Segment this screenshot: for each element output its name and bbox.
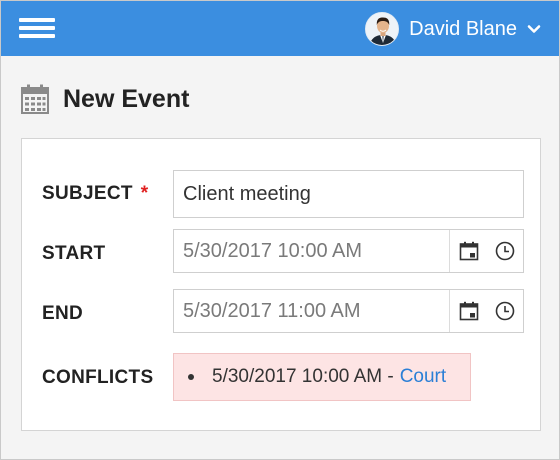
menu-icon[interactable] xyxy=(19,18,55,40)
required-marker: * xyxy=(140,183,149,204)
top-bar: David Blane xyxy=(1,1,559,56)
start-label: START xyxy=(42,243,106,264)
calendar-date-icon xyxy=(459,301,478,321)
conflict-link[interactable]: Court xyxy=(400,366,446,388)
start-datetime-field[interactable]: 5/30/2017 10:00 AM xyxy=(173,229,524,273)
subject-label-text: SUBJECT xyxy=(42,183,133,204)
bullet-icon xyxy=(188,374,194,380)
user-name: David Blane xyxy=(409,17,517,40)
end-time-picker-button[interactable] xyxy=(487,290,523,332)
avatar xyxy=(365,12,400,46)
page-title: New Event xyxy=(63,84,190,113)
clock-icon xyxy=(495,241,515,261)
end-label: END xyxy=(42,303,84,324)
subject-input[interactable]: Client meeting xyxy=(173,170,524,218)
calendar-date-icon xyxy=(459,241,478,261)
end-datetime-field[interactable]: 5/30/2017 11:00 AM xyxy=(173,289,524,333)
conflict-time: 5/30/2017 10:00 AM - xyxy=(212,366,394,387)
user-menu[interactable]: David Blane xyxy=(365,11,541,47)
end-value[interactable]: 5/30/2017 11:00 AM xyxy=(174,300,449,323)
start-value[interactable]: 5/30/2017 10:00 AM xyxy=(174,240,449,263)
calendar-icon xyxy=(21,84,49,114)
clock-icon xyxy=(495,301,515,321)
conflicts-list: 5/30/2017 10:00 AM - Court xyxy=(173,353,471,401)
page-header: New Event xyxy=(21,83,189,115)
subject-value[interactable]: Client meeting xyxy=(174,183,523,206)
end-date-picker-button[interactable] xyxy=(449,290,487,332)
app-window: David Blane New Event SUBJECT * Client me… xyxy=(0,0,560,460)
start-date-picker-button[interactable] xyxy=(449,230,487,272)
chevron-down-icon xyxy=(527,25,541,33)
conflicts-label: CONFLICTS xyxy=(42,367,154,388)
subject-label: SUBJECT * xyxy=(42,183,149,205)
start-time-picker-button[interactable] xyxy=(487,230,523,272)
event-form: SUBJECT * Client meeting START 5/30/2017 … xyxy=(21,138,541,431)
